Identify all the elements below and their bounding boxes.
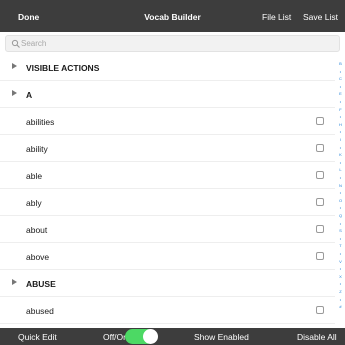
word-row[interactable]: above	[0, 243, 335, 270]
index-letter[interactable]: B	[336, 62, 345, 66]
bottom-toolbar: Quick Edit Off/On Show Enabled Disable A…	[0, 328, 345, 345]
word-row[interactable]: abilities	[0, 108, 335, 135]
section-header-label: VISIBLE ACTIONS	[26, 63, 100, 73]
index-letter[interactable]: I	[336, 138, 345, 142]
index-letter[interactable]: O	[336, 198, 345, 203]
index-letter[interactable]: #	[336, 305, 345, 309]
disclosure-triangle-icon[interactable]	[12, 279, 17, 285]
vocab-builder-screen: Done Vocab Builder File List Save List V…	[0, 0, 345, 345]
index-dot: •	[339, 144, 342, 150]
index-letter[interactable]: C	[336, 77, 345, 81]
top-toolbar: Done Vocab Builder File List Save List	[0, 0, 345, 32]
index-dot: •	[339, 190, 342, 196]
index-dot: •	[339, 205, 342, 211]
section-header-label: ABUSE	[26, 279, 56, 289]
section-header-label: A	[26, 90, 33, 100]
index-letter[interactable]: N	[336, 183, 345, 188]
word-label: ability	[26, 144, 48, 154]
section-header-row[interactable]: ABUSE	[0, 270, 335, 297]
word-checkbox[interactable]	[316, 198, 324, 206]
index-letter[interactable]: Q	[336, 214, 345, 218]
index-dot: •	[339, 83, 342, 89]
word-label: about	[26, 225, 48, 235]
index-dot: •	[339, 114, 342, 120]
index-letter[interactable]: F	[336, 107, 345, 112]
word-label: abilities	[26, 117, 55, 127]
index-dot: •	[339, 235, 342, 241]
index-dot: •	[339, 266, 342, 272]
word-checkbox[interactable]	[316, 144, 324, 152]
section-header-row[interactable]: VISIBLE ACTIONS	[0, 54, 335, 81]
word-list: VISIBLE ACTIONS Aabilities ability able ably…	[0, 54, 335, 324]
word-row[interactable]: able	[0, 162, 335, 189]
disclosure-triangle-icon[interactable]	[12, 90, 17, 96]
search-icon	[11, 39, 20, 48]
screen-title: Vocab Builder	[144, 12, 201, 22]
alphabet-index[interactable]: B • C • E • F • H • I • K • L • N • O • Q • S • T • V • X • Z • #	[336, 62, 345, 322]
index-letter[interactable]: S	[336, 229, 345, 233]
index-dot: •	[339, 68, 342, 74]
word-label: above	[26, 252, 50, 262]
word-row[interactable]: ably	[0, 189, 335, 216]
index-dot: •	[339, 251, 342, 256]
search-bar[interactable]	[5, 35, 340, 52]
index-dot: •	[339, 281, 342, 287]
index-dot: •	[339, 175, 342, 180]
index-letter[interactable]: K	[336, 153, 345, 157]
index-dot: •	[339, 220, 342, 226]
quick-edit-button[interactable]: Quick Edit	[18, 332, 57, 342]
toggle-knob	[143, 329, 158, 344]
word-checkbox[interactable]	[316, 117, 324, 125]
index-dot: •	[339, 129, 342, 135]
word-checkbox[interactable]	[316, 252, 324, 260]
disclosure-triangle-icon[interactable]	[12, 63, 17, 69]
word-row[interactable]: about	[0, 216, 335, 243]
disable-all-button[interactable]: Disable All	[297, 332, 337, 342]
index-letter[interactable]: Z	[336, 290, 345, 294]
word-label: ably	[26, 198, 42, 208]
index-letter[interactable]: H	[336, 122, 345, 127]
file-list-button[interactable]: File List	[262, 12, 291, 22]
index-letter[interactable]: T	[336, 244, 345, 248]
word-checkbox[interactable]	[316, 225, 324, 233]
index-dot: •	[339, 99, 342, 104]
word-row[interactable]: abused	[0, 297, 335, 324]
section-header-row[interactable]: A	[0, 81, 335, 108]
word-label: abused	[26, 306, 54, 316]
index-letter[interactable]: E	[336, 92, 345, 96]
index-letter[interactable]: V	[336, 259, 345, 264]
index-letter[interactable]: X	[336, 274, 345, 279]
word-checkbox[interactable]	[316, 171, 324, 179]
index-letter[interactable]: L	[336, 168, 345, 172]
index-dot: •	[339, 296, 342, 302]
save-list-button[interactable]: Save List	[303, 12, 338, 22]
show-enabled-button[interactable]: Show Enabled	[194, 332, 249, 342]
index-dot: •	[339, 159, 342, 165]
word-row[interactable]: ability	[0, 135, 335, 162]
word-label: able	[26, 171, 43, 181]
search-input[interactable]	[21, 37, 321, 50]
word-checkbox[interactable]	[316, 306, 324, 314]
